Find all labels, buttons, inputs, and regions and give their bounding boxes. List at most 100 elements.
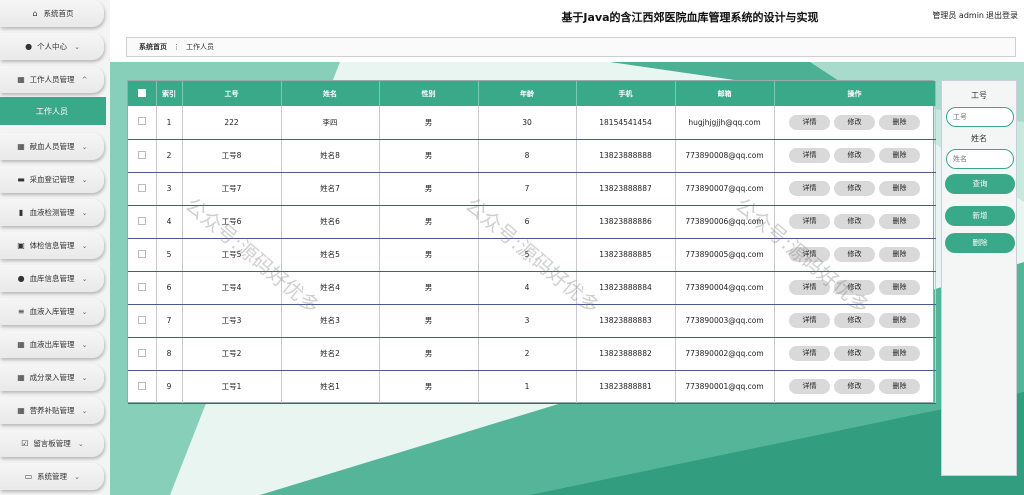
edit-button[interactable]: 修改 bbox=[834, 148, 875, 163]
list-icon: ≡ bbox=[17, 307, 25, 316]
table-row: 8 工号2 姓名2 男 2 13823888882 773890002@qq.com 详情 修改… bbox=[128, 337, 936, 371]
cell-gender: 男 bbox=[379, 271, 479, 305]
delete-button[interactable]: 删除 bbox=[879, 379, 920, 394]
cell-phone: 13823888882 bbox=[576, 337, 676, 371]
cell-actions: 详情 修改 删除 bbox=[774, 271, 936, 305]
chevron-down-icon: ⌄ bbox=[81, 373, 88, 382]
delete-button[interactable]: 删除 bbox=[879, 280, 920, 295]
cell-job-no: 工号1 bbox=[182, 370, 282, 404]
detail-button[interactable]: 详情 bbox=[789, 346, 830, 361]
cell-gender: 男 bbox=[379, 304, 479, 338]
edit-button[interactable]: 修改 bbox=[834, 114, 875, 130]
checkbox-icon: ☑ bbox=[21, 439, 29, 448]
sidebar-item-label: 血液检测管理 bbox=[29, 208, 75, 217]
sidebar-item-label: 个人中心 bbox=[37, 42, 68, 51]
edit-button[interactable]: 修改 bbox=[834, 346, 875, 361]
batch-delete-button[interactable]: 删除 bbox=[945, 233, 1015, 253]
cell-email: 773890005@qq.com bbox=[675, 238, 775, 272]
sidebar-item[interactable]: ▦ 营养补贴管理 ⌄ bbox=[0, 397, 104, 424]
row-checkbox[interactable] bbox=[137, 117, 146, 126]
row-checkbox[interactable] bbox=[137, 216, 146, 225]
cell-email: 773890004@qq.com bbox=[675, 271, 775, 305]
row-checkbox[interactable] bbox=[137, 315, 146, 324]
edit-button[interactable]: 修改 bbox=[834, 313, 875, 328]
cell-actions: 详情 修改 删除 bbox=[774, 238, 936, 272]
add-button[interactable]: 新增 bbox=[945, 206, 1015, 226]
sidebar-subitem-staff[interactable]: 工作人员 bbox=[0, 97, 106, 125]
delete-button[interactable]: 删除 bbox=[879, 247, 920, 262]
delete-button[interactable]: 删除 bbox=[879, 346, 920, 361]
row-checkbox[interactable] bbox=[137, 348, 146, 357]
user-icon: ● bbox=[25, 42, 33, 51]
delete-button[interactable]: 删除 bbox=[879, 148, 920, 163]
row-checkbox[interactable] bbox=[137, 381, 146, 390]
row-checkbox[interactable] bbox=[137, 150, 146, 159]
sidebar-item[interactable]: ▬ 采血登记管理 ⌄ bbox=[0, 166, 104, 193]
cell-job-no: 工号8 bbox=[182, 139, 282, 173]
delete-button[interactable]: 删除 bbox=[879, 114, 920, 130]
cell-index: 8 bbox=[156, 337, 183, 371]
cell-index: 6 bbox=[156, 271, 183, 305]
sidebar-item[interactable]: ≡ 血液入库管理 ⌄ bbox=[0, 298, 104, 325]
detail-button[interactable]: 详情 bbox=[789, 181, 830, 196]
cell-gender: 男 bbox=[379, 238, 479, 272]
cell-gender: 男 bbox=[379, 205, 479, 239]
query-button[interactable]: 查询 bbox=[945, 174, 1015, 194]
detail-button[interactable]: 详情 bbox=[789, 313, 830, 328]
edit-button[interactable]: 修改 bbox=[834, 379, 875, 394]
cell-job-no: 工号3 bbox=[182, 304, 282, 338]
detail-button[interactable]: 详情 bbox=[789, 114, 830, 130]
sidebar-item[interactable]: ▮ 血液检测管理 ⌄ bbox=[0, 199, 104, 226]
select-all-checkbox[interactable] bbox=[137, 88, 146, 97]
breadcrumb: 系统首页 ⋮ 工作人员 bbox=[126, 37, 1016, 57]
sidebar-item[interactable]: ● 血库信息管理 ⌄ bbox=[0, 265, 104, 292]
delete-button[interactable]: 删除 bbox=[879, 313, 920, 328]
cell-age: 4 bbox=[478, 271, 577, 305]
cell-actions: 详情 修改 删除 bbox=[774, 205, 936, 239]
sidebar-item-label: 工作人员管理 bbox=[29, 75, 75, 84]
sidebar-item-label: 营养补贴管理 bbox=[29, 406, 75, 415]
sidebar-item-label: 血液出库管理 bbox=[29, 340, 75, 349]
sidebar-item[interactable]: ▦ 献血人员管理 ⌄ bbox=[0, 133, 104, 160]
select-all-header bbox=[128, 81, 157, 106]
cell-phone: 13823888888 bbox=[576, 139, 676, 173]
row-checkbox[interactable] bbox=[137, 282, 146, 291]
row-select-cell bbox=[128, 370, 157, 404]
name-search-input[interactable] bbox=[946, 149, 1014, 169]
delete-button[interactable]: 删除 bbox=[879, 214, 920, 229]
sidebar-item[interactable]: ▦ 成分录入管理 ⌄ bbox=[0, 364, 104, 391]
sidebar-item[interactable]: ▣ 体检信息管理 ⌄ bbox=[0, 232, 104, 259]
sidebar-item[interactable]: ▦ 血液出库管理 ⌄ bbox=[0, 331, 104, 358]
edit-button[interactable]: 修改 bbox=[834, 247, 875, 262]
cell-job-no: 工号5 bbox=[182, 238, 282, 272]
detail-button[interactable]: 详情 bbox=[789, 247, 830, 262]
logout-link[interactable]: 退出登录 bbox=[986, 10, 1018, 21]
sidebar-item[interactable]: ⌂ 系统首页 bbox=[0, 0, 104, 27]
edit-button[interactable]: 修改 bbox=[834, 181, 875, 196]
detail-button[interactable]: 详情 bbox=[789, 280, 830, 295]
job-no-search-input[interactable] bbox=[946, 107, 1014, 127]
sidebar-item-label: 采血登记管理 bbox=[29, 175, 75, 184]
sidebar-item[interactable]: ● 个人中心 ⌄ bbox=[0, 33, 104, 60]
job-no-label: 工号 bbox=[971, 91, 987, 100]
detail-button[interactable]: 详情 bbox=[789, 214, 830, 229]
sidebar-item[interactable]: ▭ 系统管理 ⌄ bbox=[0, 463, 104, 490]
edit-button[interactable]: 修改 bbox=[834, 280, 875, 295]
row-select-cell bbox=[128, 172, 157, 206]
row-checkbox[interactable] bbox=[137, 183, 146, 192]
breadcrumb-home[interactable]: 系统首页 bbox=[139, 42, 167, 52]
sidebar-item-label: 系统首页 bbox=[43, 9, 74, 18]
sidebar-item[interactable]: ▦ 工作人员管理 ^ bbox=[0, 66, 104, 93]
sidebar-item[interactable]: ☑ 留言板管理 ⌄ bbox=[0, 430, 104, 457]
detail-button[interactable]: 详情 bbox=[789, 148, 830, 163]
column-header: 年龄 bbox=[478, 81, 577, 106]
edit-button[interactable]: 修改 bbox=[834, 214, 875, 229]
cell-email: 773890002@qq.com bbox=[675, 337, 775, 371]
delete-button[interactable]: 删除 bbox=[879, 181, 920, 196]
grid-icon: ▦ bbox=[17, 406, 25, 415]
sidebar-item-label: 献血人员管理 bbox=[29, 142, 75, 151]
row-checkbox[interactable] bbox=[137, 249, 146, 258]
cell-gender: 男 bbox=[379, 172, 479, 206]
detail-button[interactable]: 详情 bbox=[789, 379, 830, 394]
cell-age: 2 bbox=[478, 337, 577, 371]
